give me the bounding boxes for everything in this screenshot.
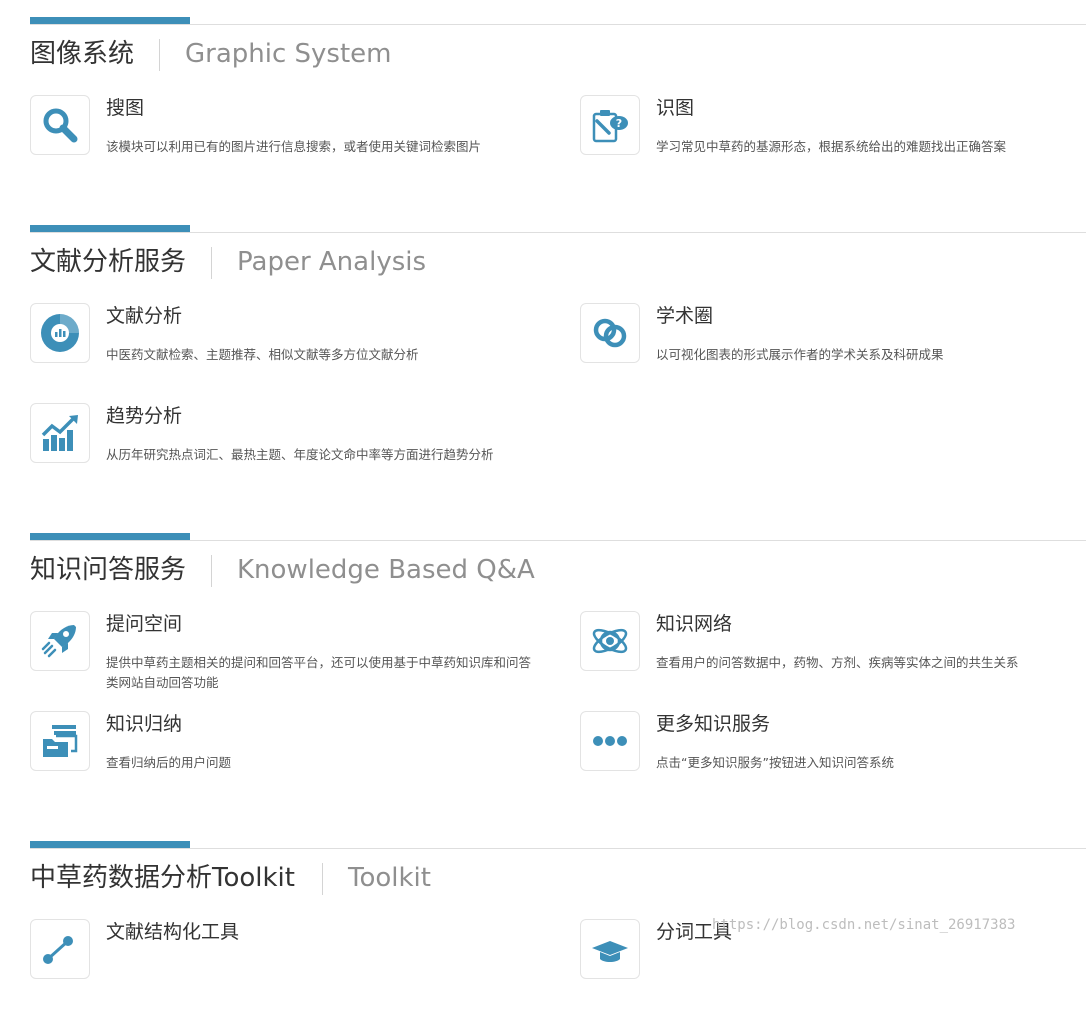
structure-nodes-icon xyxy=(43,936,73,964)
card-title[interactable]: 趋势分析 xyxy=(106,403,182,429)
card-description: 以可视化图表的形式展示作者的学术关系及科研成果 xyxy=(656,347,944,362)
title-separator xyxy=(211,247,212,279)
card-title[interactable]: 知识归纳 xyxy=(106,711,182,737)
section-title: 中草药数据分析Toolkit xyxy=(30,863,295,893)
pie-chart-icon xyxy=(41,314,79,352)
card-icon-box[interactable] xyxy=(30,303,90,363)
card-icon-box[interactable] xyxy=(30,95,90,155)
section-accent-bar xyxy=(30,17,190,24)
section-title: 文献分析服务 xyxy=(30,247,187,277)
rocket-icon xyxy=(41,625,76,658)
title-separator xyxy=(322,863,323,895)
card-icon-box[interactable] xyxy=(30,711,90,771)
card-paper-structuring-tool[interactable]: 文献结构化工具 xyxy=(30,919,530,1009)
card-description: 中医药文献检索、主题推荐、相似文献等多方位文献分析 xyxy=(106,347,419,362)
card-icon-box[interactable] xyxy=(580,611,640,671)
card-knowledge-summary[interactable]: 知识归纳 查看归纳后的用户问题 xyxy=(30,711,530,801)
section-divider-line xyxy=(30,540,1086,541)
card-paper-analysis[interactable]: 文献分析 中医药文献检索、主题推荐、相似文献等多方位文献分析 xyxy=(30,303,530,393)
card-trend-analysis[interactable]: 趋势分析 从历年研究热点词汇、最热主题、年度论文命中率等方面进行趋势分析 xyxy=(30,403,530,493)
card-title[interactable]: 知识网络 xyxy=(656,611,732,637)
section-subtitle: Graphic System xyxy=(185,39,392,69)
card-description: 学习常见中草药的基源形态，根据系统给出的难题找出正确答案 xyxy=(656,139,1007,154)
section-title: 知识问答服务 xyxy=(30,555,187,585)
section-subtitle: Knowledge Based Q&A xyxy=(237,555,535,585)
section-accent-bar xyxy=(30,533,190,540)
card-knowledge-network[interactable]: 知识网络 查看用户的问答数据中，药物、方剂、疾病等实体之间的共生关系 xyxy=(580,611,1080,701)
card-title[interactable]: 识图 xyxy=(656,95,694,121)
card-icon-box[interactable] xyxy=(580,919,640,979)
card-identify-image[interactable]: ? 识图 学习常见中草药的基源形态，根据系统给出的难题找出正确答案 xyxy=(580,95,1080,185)
card-description: 从历年研究热点词汇、最热主题、年度论文命中率等方面进行趋势分析 xyxy=(106,447,494,462)
section-accent-bar xyxy=(30,225,190,232)
card-search-image[interactable]: 搜图 该模块可以利用已有的图片进行信息搜索，或者使用关键词检索图片 xyxy=(30,95,530,185)
card-question-space[interactable]: 提问空间 提供中草药主题相关的提问和回答平台，还可以使用基于中草药知识库和问答类… xyxy=(30,611,531,701)
section-divider-line xyxy=(30,24,1086,25)
card-description: 查看用户的问答数据中，药物、方剂、疾病等实体之间的共生关系 xyxy=(656,655,1019,670)
card-icon-box[interactable] xyxy=(580,303,640,363)
section-accent-bar xyxy=(30,841,190,848)
section-knowledge-qa: 知识问答服务 Knowledge Based Q&A 提问空间 提供中草药主题相… xyxy=(0,533,1086,823)
clipboard-question-icon: ? xyxy=(592,110,628,143)
card-title[interactable]: 文献分析 xyxy=(106,303,182,329)
card-more-knowledge-services[interactable]: 更多知识服务 点击“更多知识服务”按钮进入知识问答系统 xyxy=(580,711,1080,801)
search-icon xyxy=(43,108,78,143)
section-subtitle: Paper Analysis xyxy=(237,247,427,277)
card-icon-box[interactable] xyxy=(580,711,640,771)
linked-rings-icon xyxy=(593,318,627,348)
section-paper-analysis: 文献分析服务 Paper Analysis 文献分析 中医药文献检索、主题推荐、… xyxy=(0,225,1086,515)
more-dots-icon xyxy=(593,736,627,746)
card-title[interactable]: 文献结构化工具 xyxy=(106,919,239,945)
section-divider-line xyxy=(30,848,1086,849)
section-title: 图像系统 xyxy=(30,39,135,69)
card-icon-box[interactable]: ? xyxy=(580,95,640,155)
card-icon-box[interactable] xyxy=(30,403,90,463)
svg-text:?: ? xyxy=(616,117,622,130)
card-title[interactable]: 搜图 xyxy=(106,95,144,121)
section-graphic-system: 图像系统 Graphic System 搜图 该模块可以利用已有的图片进行信息搜… xyxy=(0,17,1086,207)
section-subtitle: Toolkit xyxy=(348,863,431,893)
watermark-url: https://blog.csdn.net/sinat_26917383 xyxy=(712,917,1016,933)
card-description: 点击“更多知识服务”按钮进入知识问答系统 xyxy=(656,755,894,770)
card-description: 查看归纳后的用户问题 xyxy=(106,755,232,770)
card-icon-box[interactable] xyxy=(30,611,90,671)
card-description: 该模块可以利用已有的图片进行信息搜索，或者使用关键词检索图片 xyxy=(106,139,482,154)
graduation-cap-icon xyxy=(592,941,628,962)
title-separator xyxy=(159,39,160,71)
card-description: 提供中草药主题相关的提问和回答平台，还可以使用基于中草药知识库和问答类网站自动回… xyxy=(106,655,532,690)
card-academic-circle[interactable]: 学术圈 以可视化图表的形式展示作者的学术关系及科研成果 xyxy=(580,303,1080,393)
atom-icon xyxy=(592,628,628,654)
card-title[interactable]: 提问空间 xyxy=(106,611,182,637)
trend-chart-icon xyxy=(41,415,78,451)
section-divider-line xyxy=(30,232,1086,233)
title-separator xyxy=(211,555,212,587)
card-icon-box[interactable] xyxy=(30,919,90,979)
card-title[interactable]: 学术圈 xyxy=(656,303,713,329)
card-title[interactable]: 更多知识服务 xyxy=(656,711,770,737)
folder-stack-icon xyxy=(43,725,78,757)
